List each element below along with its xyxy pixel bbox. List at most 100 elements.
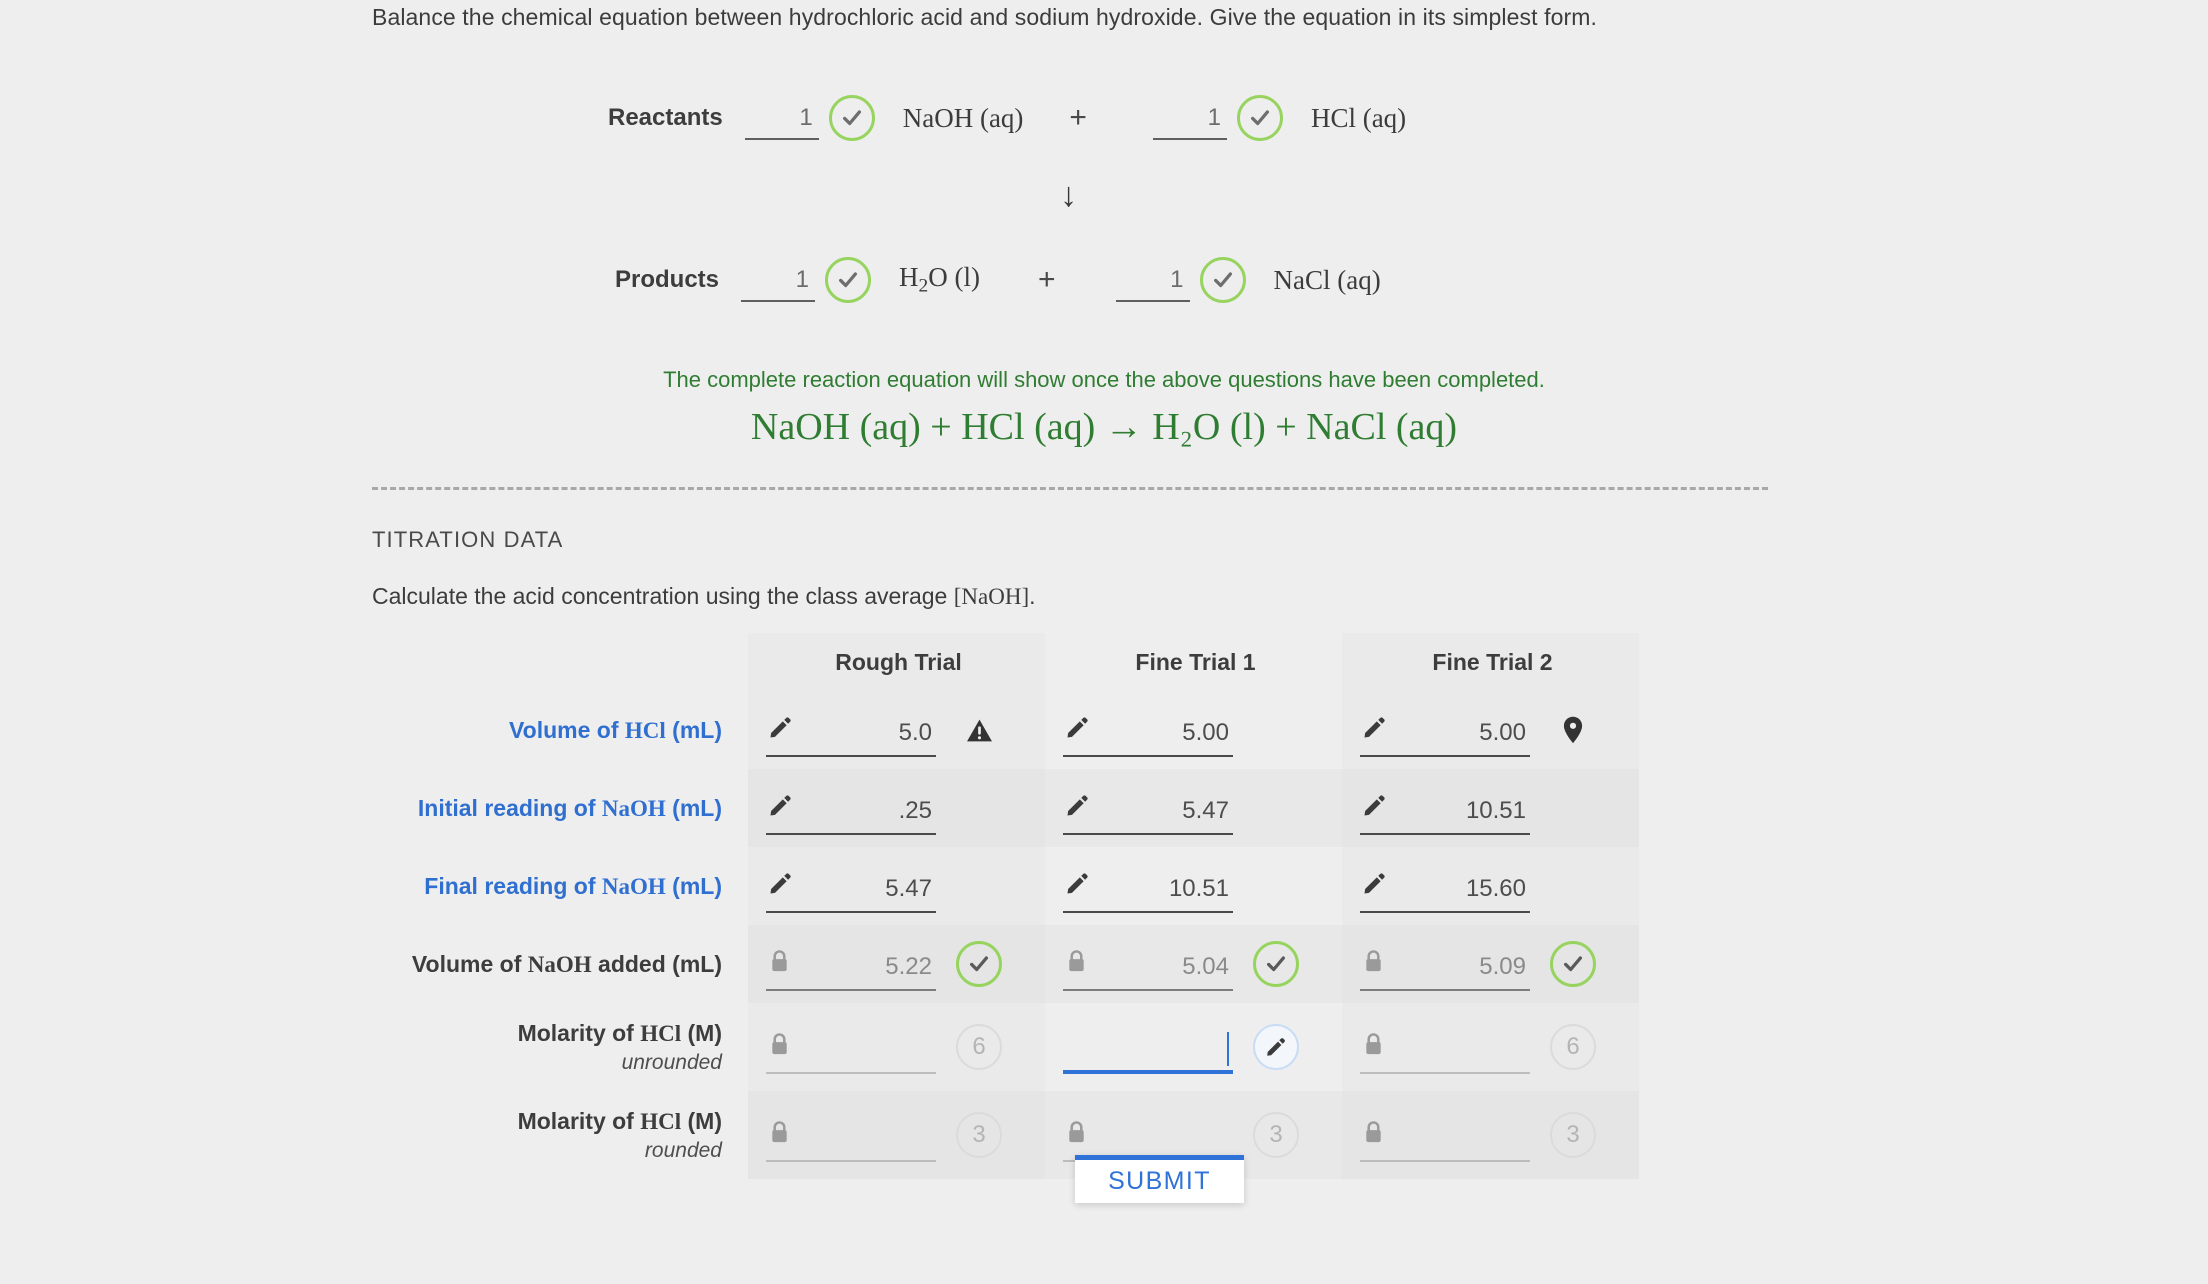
lock-icon-wrap	[768, 1120, 791, 1145]
lock-icon	[772, 1121, 787, 1143]
row-label: Volume of NaOH added (mL)	[411, 950, 722, 977]
value-input[interactable]: .25	[766, 781, 936, 835]
data-cell: 10.51	[1045, 847, 1342, 925]
pencil-icon	[1067, 873, 1088, 894]
product-coefficient-value-1: 1	[795, 266, 810, 293]
value-input: 5.04	[1063, 937, 1233, 991]
value-input[interactable]	[1063, 1020, 1233, 1074]
input-underline	[1115, 300, 1190, 302]
value-input	[766, 1108, 936, 1162]
data-cell: 5.00	[1045, 691, 1342, 769]
cell-status	[1540, 716, 1606, 744]
warning-indicator[interactable]	[966, 718, 993, 743]
data-cell: 15.60	[1342, 847, 1639, 925]
pin-indicator[interactable]	[1563, 716, 1583, 744]
chemical-formula: NaOH	[527, 951, 592, 977]
cell-value: 10.51	[1465, 797, 1526, 824]
check-icon	[1250, 110, 1269, 126]
reactant-coefficient-value-2: 1	[1207, 104, 1221, 131]
correct-badge	[1550, 941, 1596, 987]
chemical-formula: HCl	[640, 1108, 682, 1134]
input-underline	[744, 138, 819, 140]
data-cell: 3	[748, 1091, 1045, 1179]
correct-badge	[956, 941, 1002, 987]
chemical-formula: HCl	[624, 717, 666, 743]
edit-answer-button[interactable]	[1253, 1024, 1299, 1070]
data-cell: 6	[748, 1003, 1045, 1091]
cell-value: 5.22	[885, 953, 932, 980]
cell-status: 3	[946, 1112, 1012, 1158]
attempts-count: 3	[1269, 1121, 1283, 1148]
cell-value: 5.04	[1182, 953, 1229, 980]
titration-description: Calculate the acid concentration using t…	[372, 583, 1036, 610]
value-input[interactable]: 10.51	[1360, 781, 1530, 835]
row-sublabel: unrounded	[621, 1050, 722, 1074]
check-icon	[970, 956, 988, 972]
attempts-remaining-badge: 6	[956, 1024, 1002, 1070]
titration-description-text: Calculate the acid concentration using t…	[372, 583, 954, 609]
row-label[interactable]: Final reading of NaOH (mL)	[424, 873, 722, 900]
reactant-check-badge-2	[1236, 95, 1283, 141]
value-input[interactable]: 10.51	[1063, 859, 1233, 913]
lock-icon	[1069, 1121, 1084, 1143]
product-species-2: NaCl (aq)	[1273, 264, 1381, 295]
data-cell	[1045, 1003, 1342, 1091]
pencil-icon-wrap	[768, 715, 793, 740]
cell-status: 6	[946, 1024, 1012, 1070]
reactant-coefficient-input-1[interactable]: 1	[744, 96, 819, 140]
naoh-formula: [NaOH]	[953, 584, 1030, 609]
lock-icon	[1069, 950, 1084, 972]
titration-description-period: .	[1029, 583, 1036, 609]
cell-status: 6	[1540, 1024, 1606, 1070]
cell-value: .25	[898, 797, 932, 824]
chemical-formula: NaOH	[601, 795, 666, 821]
row-label[interactable]: Volume of HCl (mL)	[509, 717, 722, 744]
value-input[interactable]: 5.00	[1360, 703, 1530, 757]
pencil-icon-wrap	[1362, 715, 1387, 740]
cell-value: 15.60	[1465, 875, 1526, 902]
reactants-plus-operator: +	[1069, 101, 1087, 134]
data-cell: 5.0	[748, 691, 1045, 769]
product-coefficient-value-2: 1	[1170, 266, 1184, 293]
reactant-coefficient-input-2[interactable]: 1	[1152, 96, 1227, 140]
value-input[interactable]: 15.60	[1360, 859, 1530, 913]
row-label[interactable]: Initial reading of NaOH (mL)	[418, 795, 722, 822]
cell-status	[1243, 1024, 1309, 1070]
pencil-icon	[1067, 717, 1088, 738]
cell-value: 10.51	[1168, 875, 1229, 902]
pencil-icon-wrap	[1065, 871, 1090, 896]
table-row: Final reading of NaOH (mL) 5.47 10.51 15.60	[372, 847, 1640, 925]
exercise-page: Balance the chemical equation between hy…	[0, 0, 2208, 1284]
pencil-icon-wrap	[768, 871, 793, 896]
value-input[interactable]: 5.00	[1063, 703, 1233, 757]
lock-icon	[772, 1033, 787, 1055]
reactant-coefficient-value-1: 1	[799, 104, 813, 131]
pencil-icon	[770, 795, 791, 816]
product-coefficient-input-2[interactable]: 1	[1115, 258, 1190, 302]
value-input[interactable]: 5.0	[766, 703, 936, 757]
value-input[interactable]: 5.47	[766, 859, 936, 913]
pencil-icon	[770, 717, 791, 738]
attempts-count: 6	[972, 1033, 986, 1060]
check-icon	[1267, 956, 1285, 972]
input-underline	[1152, 138, 1227, 140]
data-cell: 3	[1342, 1091, 1639, 1179]
product-check-badge-1	[825, 257, 872, 303]
value-input: 5.09	[1360, 937, 1530, 991]
cell-value: 5.47	[885, 875, 932, 902]
table-row: Molarity of HCl (M) rounded 3 3 3	[372, 1091, 1640, 1179]
column-header-label: Fine Trial 1	[1135, 648, 1256, 675]
attempts-remaining-badge: 3	[1550, 1112, 1596, 1158]
product-coefficient-input-1[interactable]: 1	[741, 258, 816, 302]
value-input	[1063, 1108, 1233, 1162]
column-header-0: Rough Trial	[748, 633, 1045, 691]
input-underline	[1360, 833, 1530, 835]
lock-icon-wrap	[1065, 1120, 1088, 1145]
lock-icon-wrap	[768, 949, 791, 974]
reactant-check-badge-1	[828, 95, 875, 141]
table-row: Volume of HCl (mL) 5.0 5.00 5.00	[372, 691, 1640, 769]
input-underline	[1063, 755, 1233, 757]
value-input[interactable]: 5.47	[1063, 781, 1233, 835]
lock-icon-wrap	[768, 1032, 791, 1057]
submit-button[interactable]: SUBMIT	[1075, 1155, 1244, 1203]
